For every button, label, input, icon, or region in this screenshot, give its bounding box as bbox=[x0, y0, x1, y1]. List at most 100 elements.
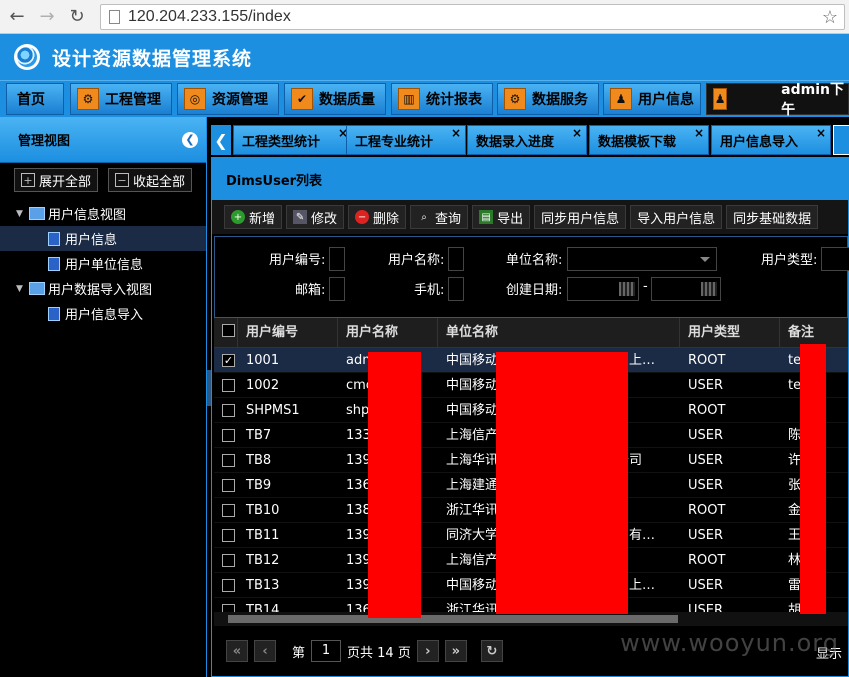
edit-button[interactable]: ✎ 修改 bbox=[286, 205, 345, 229]
close-icon[interactable]: × bbox=[694, 126, 704, 140]
checkmark-icon: ✔ bbox=[291, 88, 313, 110]
reload-icon[interactable]: ↻ bbox=[64, 4, 90, 30]
sync-base-data-label: 同步基础数据 bbox=[733, 211, 812, 227]
row-checkbox[interactable] bbox=[222, 429, 235, 442]
export-icon: ▤ bbox=[479, 210, 494, 224]
tree-label: 用户单位信息 bbox=[65, 258, 144, 273]
prev-page-icon[interactable]: ‹ bbox=[254, 640, 276, 662]
delete-button[interactable]: − 删除 bbox=[348, 205, 407, 229]
row-checkbox[interactable] bbox=[222, 479, 235, 492]
next-page-icon[interactable]: › bbox=[416, 640, 439, 662]
expanded-triangle-icon[interactable]: ▼ bbox=[16, 209, 26, 219]
horizontal-scrollbar[interactable] bbox=[214, 612, 848, 626]
menu-data-service[interactable]: ⚙ 数据服务 bbox=[497, 83, 599, 115]
bookmark-star-icon[interactable]: ☆ bbox=[822, 7, 838, 28]
add-button[interactable]: + 新增 bbox=[224, 205, 283, 229]
select-all-checkbox[interactable] bbox=[222, 324, 235, 337]
first-page-icon[interactable]: « bbox=[226, 640, 248, 662]
row-checkbox[interactable] bbox=[222, 579, 235, 592]
page-number-input[interactable]: 1 bbox=[311, 640, 342, 662]
expanded-triangle-icon[interactable]: ▼ bbox=[16, 284, 26, 294]
menu-user-info[interactable]: ♟ 用户信息 bbox=[603, 83, 701, 115]
menu-home[interactable]: 首页 bbox=[6, 83, 64, 115]
menu-data-quality[interactable]: ✔ 数据质量 bbox=[284, 83, 386, 115]
select-all-cell bbox=[214, 318, 238, 348]
created-date-from[interactable] bbox=[567, 277, 639, 301]
close-icon[interactable]: × bbox=[816, 126, 826, 140]
sync-base-data-button[interactable]: 同步基础数据 bbox=[726, 205, 819, 229]
col-unit-name[interactable]: 单位名称 bbox=[438, 318, 680, 348]
delete-icon: − bbox=[355, 210, 370, 224]
watermark: www.wooyun.org bbox=[620, 629, 839, 657]
user-name-input[interactable] bbox=[448, 247, 464, 271]
gears-icon: ⚙ bbox=[504, 88, 526, 110]
col-user-type[interactable]: 用户类型 bbox=[680, 318, 780, 348]
tab-project-major-stats[interactable]: 工程专业统计 × bbox=[346, 125, 466, 155]
col-user-code[interactable]: 用户编号 bbox=[238, 318, 338, 348]
document-icon bbox=[48, 256, 60, 271]
address-bar[interactable]: 120.204.233.155/index ☆ bbox=[100, 4, 845, 30]
export-button[interactable]: ▤ 导出 bbox=[472, 205, 531, 229]
cell-user-code: TB8 bbox=[246, 453, 272, 468]
tree-node-user-info-view[interactable]: ▼ 用户信息视图 bbox=[0, 201, 206, 226]
mobile-input[interactable] bbox=[448, 277, 464, 301]
menu-project-management[interactable]: ⚙ 工程管理 bbox=[70, 83, 172, 115]
user-status: ♟ admin下午 bbox=[706, 82, 849, 118]
row-checkbox[interactable] bbox=[222, 604, 235, 612]
calendar-icon[interactable] bbox=[701, 282, 717, 296]
user-type-select[interactable] bbox=[821, 247, 849, 271]
row-checkbox[interactable] bbox=[222, 379, 235, 392]
row-checkbox[interactable] bbox=[222, 404, 235, 417]
menu-statistics-report[interactable]: ▥ 统计报表 bbox=[391, 83, 493, 115]
tab-data-template-download[interactable]: 数据模板下载 × bbox=[589, 125, 709, 155]
tab-label: 数据录入进度 bbox=[476, 134, 555, 150]
tree-node-user-unit-info[interactable]: 用户单位信息 bbox=[0, 251, 206, 276]
tree-node-user-import-view[interactable]: ▼ 用户数据导入视图 bbox=[0, 276, 206, 301]
tab-active[interactable] bbox=[833, 125, 849, 155]
tab-scroll-left-icon[interactable]: ❮ bbox=[211, 125, 231, 155]
email-input[interactable] bbox=[329, 277, 345, 301]
cell-user-type: USER bbox=[688, 478, 724, 493]
expand-all-button[interactable]: + 展开全部 bbox=[14, 168, 99, 192]
cell-user-type: USER bbox=[688, 528, 724, 543]
collapse-panel-icon[interactable]: ❮ bbox=[182, 131, 198, 148]
close-icon[interactable]: × bbox=[451, 126, 461, 140]
tree-node-user-info[interactable]: 用户信息 bbox=[0, 226, 206, 251]
back-icon[interactable]: ← bbox=[4, 4, 30, 30]
row-checkbox[interactable] bbox=[222, 529, 235, 542]
user-code-input[interactable] bbox=[329, 247, 345, 271]
toolbar: + 新增 ✎ 修改 − 删除 ⌕ 查询 ▤ 导出 同步用户信息 导入用户信息 同步基础数据 bbox=[212, 200, 848, 234]
tab-project-type-stats[interactable]: 工程类型统计 × bbox=[233, 125, 353, 155]
mobile-label: 手机: bbox=[414, 283, 445, 298]
sync-users-button[interactable]: 同步用户信息 bbox=[534, 205, 627, 229]
search-button[interactable]: ⌕ 查询 bbox=[410, 205, 469, 229]
tab-data-entry-progress[interactable]: 数据录入进度 × bbox=[467, 125, 587, 155]
row-checkbox[interactable] bbox=[222, 504, 235, 517]
refresh-icon[interactable]: ↻ bbox=[480, 640, 503, 662]
tree-node-user-info-import[interactable]: 用户信息导入 bbox=[0, 301, 206, 326]
page-prefix: 第 bbox=[292, 645, 306, 661]
row-checkbox[interactable] bbox=[222, 454, 235, 467]
tab-user-info-import[interactable]: 用户信息导入 × bbox=[711, 125, 831, 155]
row-checkbox[interactable]: ✓ bbox=[222, 354, 235, 367]
row-checkbox[interactable] bbox=[222, 554, 235, 567]
cell-user-code: TB13 bbox=[246, 578, 280, 593]
tab-label: 数据模板下载 bbox=[598, 134, 677, 150]
close-icon[interactable]: × bbox=[572, 126, 582, 140]
menu-label: 数据服务 bbox=[532, 92, 588, 108]
col-user-name[interactable]: 用户名称 bbox=[338, 318, 438, 348]
unit-name-select[interactable] bbox=[567, 247, 717, 271]
import-users-button[interactable]: 导入用户信息 bbox=[630, 205, 723, 229]
menu-label: 用户信息 bbox=[638, 92, 694, 108]
date-separator: - bbox=[643, 279, 648, 294]
page-icon bbox=[109, 10, 120, 24]
forward-icon[interactable]: → bbox=[34, 4, 60, 30]
panel-title: 管理视图 bbox=[18, 134, 71, 149]
left-panel: 管理视图 ❮ + 展开全部 − 收起全部 ▼ 用户信息视图 用户信息 用户单位信… bbox=[0, 117, 207, 677]
calendar-icon[interactable] bbox=[619, 282, 635, 296]
menu-resource-management[interactable]: ◎ 资源管理 bbox=[177, 83, 279, 115]
scrollbar-thumb[interactable] bbox=[228, 615, 678, 623]
last-page-icon[interactable]: » bbox=[444, 640, 467, 662]
created-date-to[interactable] bbox=[651, 277, 721, 301]
collapse-all-button[interactable]: − 收起全部 bbox=[108, 168, 193, 192]
